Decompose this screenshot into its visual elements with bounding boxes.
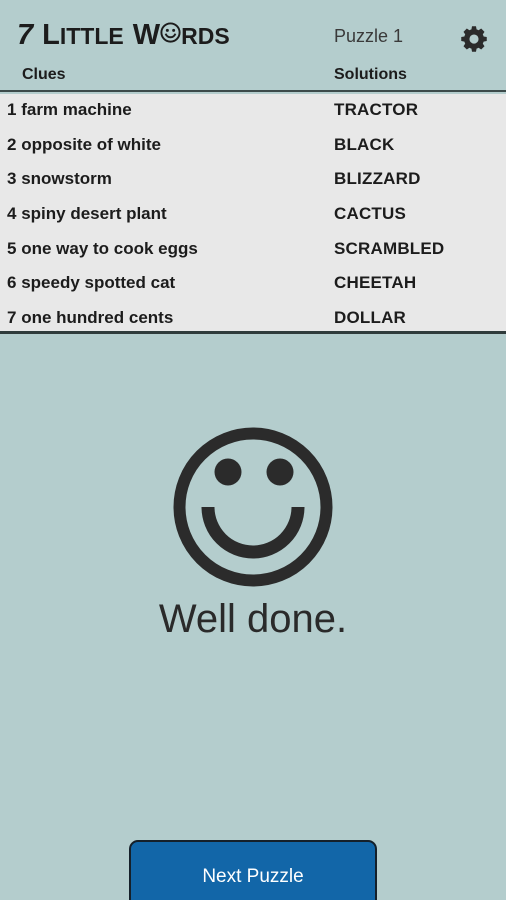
table-column-headers: Clues Solutions [0, 62, 506, 92]
clue-label: 7 one hundred cents [7, 308, 173, 328]
success-message: Well done. [158, 597, 348, 641]
clue-description: one hundred cents [21, 308, 174, 328]
solution-label: BLACK [334, 134, 395, 154]
clue-label: 2 opposite of white [7, 135, 161, 155]
table-row[interactable]: 1 farm machine TRACTOR [0, 94, 506, 129]
next-puzzle-button[interactable]: Next Puzzle [129, 840, 377, 900]
clue-label: 4 spiny desert plant [7, 204, 167, 224]
clue-description: one way to cook eggs [21, 238, 198, 258]
clue-number: 5 [7, 238, 17, 258]
table-row[interactable]: 7 one hundred cents DOLLAR [0, 302, 506, 337]
clue-description: speedy spotted cat [21, 273, 176, 293]
logo-seven: 7 [17, 19, 34, 51]
logo-words-w: W [132, 19, 161, 51]
clue-number: 7 [7, 308, 17, 328]
clue-description: snowstorm [21, 169, 112, 189]
clue-label: 3 snowstorm [7, 169, 112, 189]
clue-number: 4 [7, 204, 17, 224]
clue-description: opposite of white [21, 134, 161, 154]
solution-label: SCRAMBLED [334, 238, 445, 258]
app-root: 7 L ITTLE W RDS Puzzle 1 Clues Solutions 1… [0, 0, 506, 900]
app-header: 7 L ITTLE W RDS Puzzle 1 [0, 0, 506, 62]
logo-little-rest: ITTLE [59, 23, 124, 49]
app-logo: 7 L ITTLE W RDS [17, 21, 230, 50]
clue-label: 5 one way to cook eggs [7, 239, 198, 259]
logo-little: L ITTLE [42, 21, 124, 50]
clue-number: 3 [7, 169, 17, 189]
solution-label: CHEETAH [334, 273, 417, 293]
solution-label: CACTUS [334, 204, 407, 224]
column-header-clues: Clues [22, 66, 66, 83]
clue-label: 1 farm machine [7, 100, 132, 120]
clue-number: 6 [7, 273, 17, 293]
solution-label: BLIZZARD [334, 169, 421, 189]
table-row[interactable]: 2 opposite of white BLACK [0, 129, 506, 164]
logo-little-cap: L [42, 19, 60, 51]
clue-description: farm machine [21, 100, 132, 119]
smiley-face-icon [160, 22, 181, 43]
clue-label: 6 speedy spotted cat [7, 273, 175, 293]
smiley-face-icon [169, 423, 337, 591]
table-row[interactable]: 6 speedy spotted cat CHEETAH [0, 267, 506, 302]
clue-description: spiny desert plant [21, 204, 167, 224]
clue-number: 1 [7, 100, 17, 119]
logo-words: W RDS [133, 21, 230, 50]
table-row[interactable]: 3 snowstorm BLIZZARD [0, 163, 506, 198]
puzzle-number-label: Puzzle 1 [334, 26, 404, 46]
solution-label: TRACTOR [334, 100, 419, 119]
table-row[interactable]: 4 spiny desert plant CACTUS [0, 198, 506, 233]
solution-label: DOLLAR [334, 308, 407, 328]
gear-icon[interactable] [459, 24, 489, 54]
logo-words-rest: RDS [181, 23, 230, 49]
puzzle-complete-panel: Well done. [0, 337, 506, 900]
column-header-solutions: Solutions [334, 66, 407, 83]
table-row[interactable]: 5 one way to cook eggs SCRAMBLED [0, 233, 506, 268]
clue-number: 2 [7, 134, 17, 154]
clue-list: 1 farm machine TRACTOR 2 opposite of whi… [0, 94, 506, 334]
